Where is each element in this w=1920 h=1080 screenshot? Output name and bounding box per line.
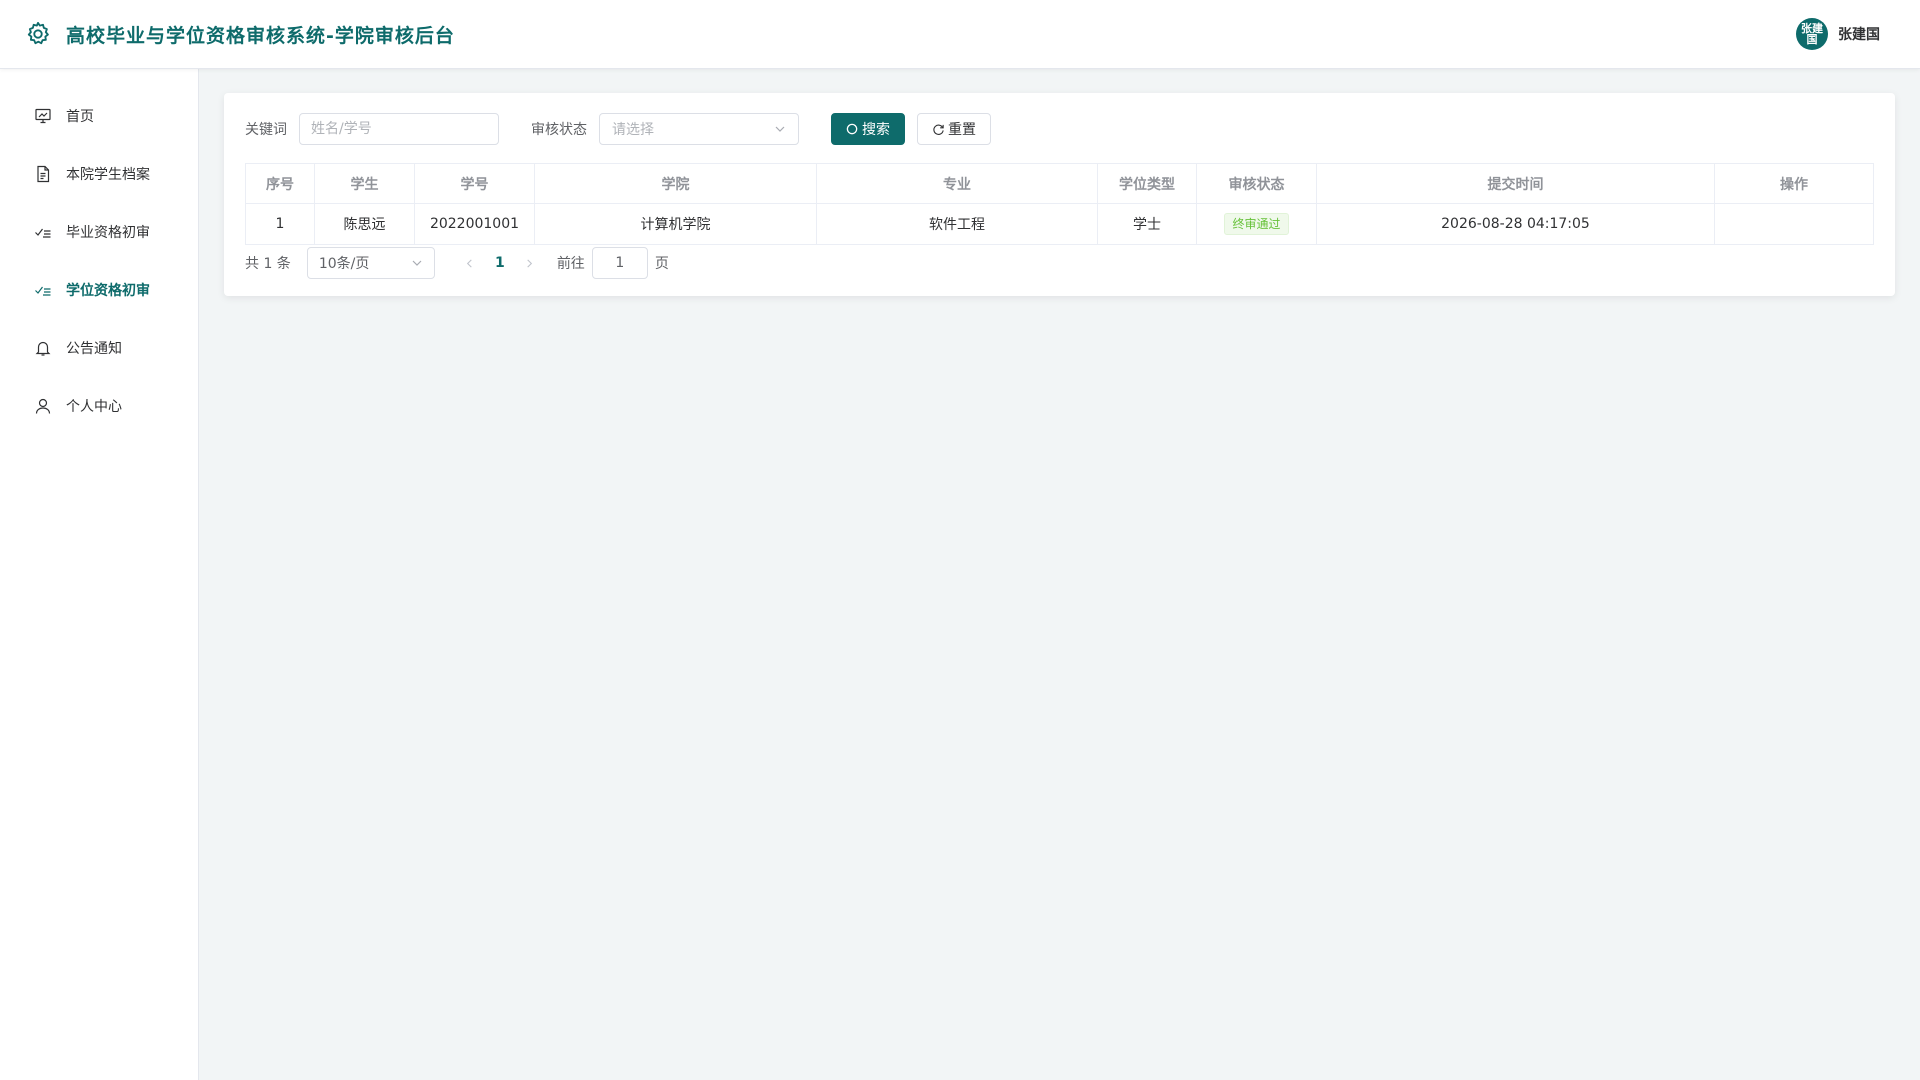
goto-prefix: 前往: [556, 256, 585, 272]
refresh-icon: [932, 123, 945, 136]
brand: 高校毕业与学位资格审核系统-学院审核后台: [24, 20, 455, 48]
column-header: 学号: [414, 163, 535, 204]
sidebar-item-label: 首页: [66, 109, 94, 125]
reset-button[interactable]: 重置: [917, 113, 991, 145]
sidebar-item-degree-review[interactable]: 学位资格初审: [0, 261, 198, 319]
checklist-icon: [34, 281, 52, 299]
page-size-select[interactable]: 10条/页: [306, 247, 435, 279]
pagination-total: 共 1 条: [245, 256, 291, 272]
chevron-right-icon: [527, 258, 533, 268]
cell-action: [1714, 203, 1874, 245]
keyword-label: 关键词: [245, 122, 287, 138]
filter-bar: 关键词 审核状态 请选择 搜索 重置: [245, 113, 1874, 145]
pagination: 共 1 条 10条/页 1 前往 页: [245, 247, 1874, 279]
cell-major: 软件工程: [816, 203, 1098, 245]
cell-student-id: 2022001001: [414, 203, 535, 245]
search-button[interactable]: 搜索: [831, 113, 905, 145]
data-table: 序号 学生 学号 学院 专业 学位类型 审核状态 提交时间 操作 1 陈思远 2…: [245, 163, 1874, 245]
next-page-button[interactable]: [515, 247, 545, 279]
column-header: 审核状态: [1196, 163, 1317, 204]
content-card: 关键词 审核状态 请选择 搜索 重置: [224, 93, 1895, 296]
status-select-placeholder: 请选择: [612, 122, 654, 138]
checklist-icon: [34, 223, 52, 241]
sidebar: 首页 本院学生档案 毕业资格初审 学位资格初审 公告通知 个人中心: [0, 69, 199, 1080]
sidebar-item-announcements[interactable]: 公告通知: [0, 319, 198, 377]
presentation-board-icon: [34, 107, 52, 125]
user-menu[interactable]: 张建国 张建国: [1796, 18, 1880, 50]
column-header: 序号: [245, 163, 315, 204]
search-button-label: 搜索: [862, 122, 890, 138]
sidebar-item-label: 个人中心: [66, 399, 122, 415]
goto-suffix: 页: [654, 256, 669, 272]
status-select[interactable]: 请选择: [599, 113, 799, 145]
status-label: 审核状态: [531, 122, 587, 138]
search-icon: [846, 123, 859, 136]
cell-college: 计算机学院: [534, 203, 817, 245]
avatar[interactable]: 张建国: [1796, 18, 1828, 50]
cell-submitted-at: 2026-08-28 04:17:05: [1316, 203, 1715, 245]
document-icon: [34, 165, 52, 183]
cell-student: 陈思远: [314, 203, 415, 245]
main-content: 关键词 审核状态 请选择 搜索 重置: [199, 69, 1920, 1080]
table-header-row: 序号 学生 学号 学院 专业 学位类型 审核状态 提交时间 操作: [245, 163, 1874, 204]
goto-page: 前往 页: [557, 247, 669, 279]
column-header: 提交时间: [1316, 163, 1715, 204]
page-size-value: 10条/页: [318, 256, 370, 272]
column-header: 学生: [314, 163, 415, 204]
user-name[interactable]: 张建国: [1838, 24, 1880, 44]
chevron-down-icon: [411, 257, 423, 269]
user-icon: [34, 397, 52, 415]
cell-index: 1: [245, 203, 315, 245]
reset-button-label: 重置: [948, 122, 976, 138]
status-badge: 终审通过: [1224, 213, 1289, 235]
table-row: 1 陈思远 2022001001 计算机学院 软件工程 学士 终审通过 2026…: [245, 203, 1874, 245]
sidebar-item-student-archive[interactable]: 本院学生档案: [0, 145, 198, 203]
column-header: 操作: [1714, 163, 1874, 204]
column-header: 学位类型: [1097, 163, 1197, 204]
sidebar-item-label: 学位资格初审: [66, 283, 150, 299]
column-header: 学院: [534, 163, 817, 204]
top-header: 高校毕业与学位资格审核系统-学院审核后台 张建国 张建国: [0, 0, 1920, 69]
sidebar-item-home[interactable]: 首页: [0, 87, 198, 145]
prev-page-button[interactable]: [455, 247, 485, 279]
goto-page-input[interactable]: [591, 247, 648, 279]
sidebar-item-label: 公告通知: [66, 341, 122, 357]
sidebar-item-label: 毕业资格初审: [66, 225, 150, 241]
gear-icon: [24, 20, 52, 48]
cell-degree-type: 学士: [1097, 203, 1197, 245]
chevron-left-icon: [467, 258, 473, 268]
sidebar-item-profile[interactable]: 个人中心: [0, 377, 198, 435]
chevron-down-icon: [774, 123, 786, 135]
page-number-current[interactable]: 1: [485, 255, 515, 271]
column-header: 专业: [816, 163, 1098, 204]
app-title: 高校毕业与学位资格审核系统-学院审核后台: [66, 24, 455, 47]
keyword-input[interactable]: [299, 113, 499, 145]
sidebar-item-graduation-review[interactable]: 毕业资格初审: [0, 203, 198, 261]
bell-icon: [34, 339, 52, 357]
cell-status: 终审通过: [1196, 203, 1317, 245]
sidebar-item-label: 本院学生档案: [66, 167, 150, 183]
